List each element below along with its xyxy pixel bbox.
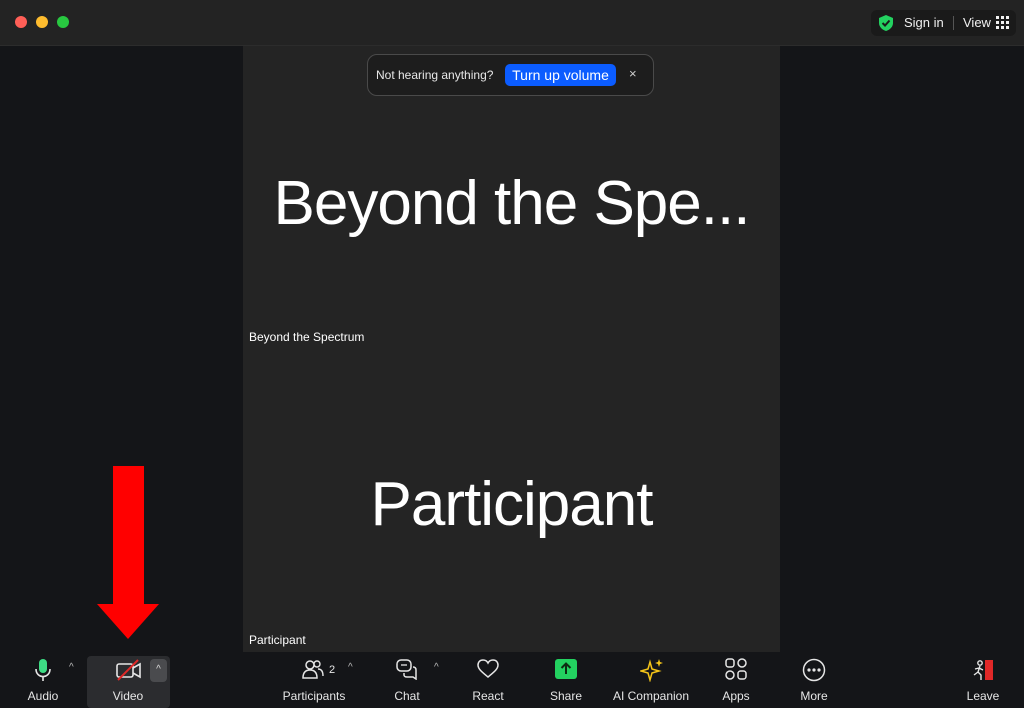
top-right-controls: Sign in View	[871, 10, 1016, 36]
video-button[interactable]: Video	[97, 652, 159, 708]
people-icon	[302, 660, 324, 679]
leave-door-icon	[973, 660, 993, 680]
video-label: Video	[112, 689, 144, 703]
video-off-icon	[116, 659, 141, 681]
shield-check-icon[interactable]	[877, 14, 895, 32]
participants-options-caret[interactable]: ^	[348, 662, 353, 673]
more-label: More	[800, 689, 828, 703]
participants-label: Participants	[282, 689, 346, 703]
more-button[interactable]: More	[792, 652, 836, 708]
heart-icon	[477, 659, 499, 678]
grid-icon[interactable]	[996, 16, 1009, 29]
toast-message: Not hearing anything?	[376, 68, 494, 82]
react-button[interactable]: React	[466, 652, 510, 708]
sign-in-link[interactable]: Sign in	[904, 15, 944, 30]
divider	[953, 16, 954, 30]
close-window-button[interactable]	[15, 16, 27, 28]
close-icon[interactable]: ×	[629, 66, 637, 81]
annotation-arrow-icon	[97, 466, 159, 639]
react-label: React	[472, 689, 504, 703]
apps-icon	[725, 658, 747, 680]
video-stage: Beyond the Spe... Beyond the Spectrum Pa…	[243, 46, 780, 652]
share-screen-icon	[555, 659, 577, 679]
chat-button[interactable]: Chat	[385, 652, 429, 708]
share-label: Share	[549, 689, 583, 703]
more-dots-icon	[802, 658, 826, 682]
apps-label: Apps	[722, 689, 750, 703]
participant-display-name: Beyond the Spe...	[273, 169, 751, 238]
microphone-icon	[35, 659, 51, 681]
ai-companion-button[interactable]: AI Companion	[610, 652, 692, 708]
leave-button[interactable]: Leave	[961, 652, 1005, 708]
participant-tile[interactable]: Participant Participant	[243, 349, 780, 652]
turn-up-volume-button[interactable]: Turn up volume	[505, 64, 616, 86]
apps-button[interactable]: Apps	[714, 652, 758, 708]
participant-name-tag: Participant	[243, 630, 312, 650]
audio-label: Audio	[27, 689, 59, 703]
zoom-window-button[interactable]	[57, 16, 69, 28]
audio-toast: Not hearing anything? Turn up volume ×	[367, 54, 654, 96]
sparkle-icon	[640, 659, 663, 682]
chat-options-caret[interactable]: ^	[434, 662, 439, 673]
chat-label: Chat	[394, 689, 420, 703]
participant-display-name: Participant	[370, 470, 654, 539]
minimize-window-button[interactable]	[36, 16, 48, 28]
ai-companion-label: AI Companion	[612, 689, 690, 703]
participants-count: 2	[329, 664, 336, 676]
view-button[interactable]: View	[963, 15, 991, 30]
audio-button[interactable]: Audio	[18, 652, 68, 708]
window-titlebar: Sign in View	[0, 0, 1024, 46]
leave-label: Leave	[966, 689, 1000, 703]
audio-options-caret[interactable]: ^	[69, 662, 74, 673]
share-button[interactable]: Share	[544, 652, 588, 708]
participants-button[interactable]: Participants	[278, 652, 350, 708]
participant-name-tag: Beyond the Spectrum	[243, 327, 371, 347]
chat-bubbles-icon	[396, 659, 417, 680]
